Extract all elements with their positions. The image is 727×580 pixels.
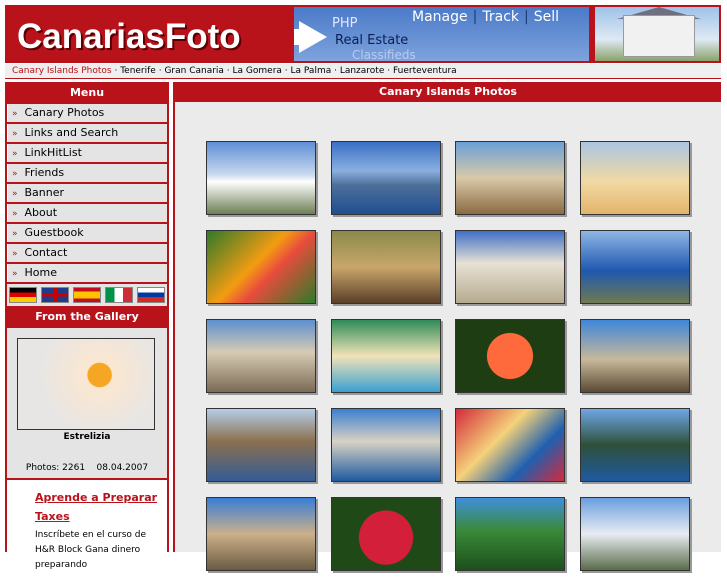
uk-flag-icon[interactable] xyxy=(41,287,69,303)
sidebar-item-label: LinkHitList xyxy=(24,146,82,159)
sidebar-item-label: About xyxy=(24,206,58,219)
sidebar-item-contact[interactable]: » Contact xyxy=(7,244,167,262)
coastline-photo[interactable] xyxy=(579,230,690,304)
sidebar-item-about[interactable]: » About xyxy=(7,204,167,222)
house-building xyxy=(623,15,695,57)
breadcrumb-la-gomera[interactable]: La Gomera xyxy=(233,66,282,76)
banner-links: Manage | Track | Sell xyxy=(412,9,559,25)
chevron-right-icon: » xyxy=(12,149,18,159)
chevron-right-icon: » xyxy=(12,189,18,199)
sandy-bay-photo[interactable] xyxy=(206,408,316,482)
house-photo[interactable] xyxy=(595,7,719,61)
sidebar-item-label: Guestbook xyxy=(24,226,84,239)
rock-peak-photo[interactable] xyxy=(579,319,690,393)
dunes-photo[interactable] xyxy=(579,141,690,215)
cliff-coast-photo[interactable] xyxy=(579,408,690,482)
real-estate-banner[interactable]: PHP Real Estate Classifieds Manage | Track… xyxy=(294,7,589,62)
coast-town-photo[interactable] xyxy=(579,497,690,571)
chevron-right-icon: » xyxy=(12,209,18,219)
sidebar-item-friends[interactable]: » Friends xyxy=(7,164,167,182)
sidebar-item-linkhitlist[interactable]: » LinkHitList xyxy=(7,144,167,162)
spanish-flag-icon[interactable] xyxy=(73,287,101,303)
breadcrumb-tenerife[interactable]: Tenerife xyxy=(120,66,156,76)
sidebar-item-label: Contact xyxy=(24,246,68,259)
harbor-town-photo[interactable] xyxy=(330,141,441,215)
main-content: Canary Islands Photos xyxy=(173,82,721,571)
flower-carpet-photo[interactable] xyxy=(330,230,441,304)
gallery-photo[interactable] xyxy=(17,338,155,430)
balconies-street-photo[interactable] xyxy=(206,319,316,393)
chevron-right-icon: » xyxy=(12,249,18,259)
castle-photo[interactable] xyxy=(455,141,565,215)
chevron-right-icon: » xyxy=(12,269,18,279)
breadcrumb-canary-photos[interactable]: Canary Islands Photos xyxy=(12,66,112,76)
menu-title: Menu xyxy=(69,86,105,99)
banner-link-sell[interactable]: Sell xyxy=(534,9,559,25)
breadcrumb: Canary Islands Photos · Tenerife · Gran … xyxy=(5,64,721,79)
sidebar-item-label: Friends xyxy=(24,166,65,179)
russian-flag-icon[interactable] xyxy=(137,287,165,303)
breadcrumb-gran-canaria[interactable]: Gran Canaria xyxy=(164,66,224,76)
gallery-date: 08.04.2007 xyxy=(96,463,149,473)
breadcrumb-la-palma[interactable]: La Palma xyxy=(291,66,332,76)
gallery-stats: Photos: 2261 08.04.2007 xyxy=(7,458,167,478)
chevron-right-icon: » xyxy=(12,169,18,179)
colonial-building-photo[interactable] xyxy=(455,230,565,304)
sidebar-item-links-search[interactable]: » Links and Search xyxy=(7,124,167,142)
sidebar-item-banner[interactable]: » Banner xyxy=(7,184,167,202)
banner-classifieds-text: Classifieds xyxy=(352,48,416,62)
banner-link-track[interactable]: Track xyxy=(482,9,519,25)
sidebar: Menu » Canary Photos » Links and Search » L… xyxy=(5,82,169,580)
sidebar-item-home[interactable]: » Home xyxy=(7,264,167,282)
hibiscus-photo[interactable] xyxy=(455,319,565,393)
sidebar-item-label: Home xyxy=(24,266,57,279)
page-title: Canary Islands Photos xyxy=(175,82,721,102)
chevron-right-icon: » xyxy=(12,129,18,139)
gallery-feature: Estrelizia xyxy=(7,328,167,458)
photos-count: Photos: 2261 xyxy=(25,463,86,473)
palm-garden-photo[interactable] xyxy=(455,497,565,571)
gallery-title: From the Gallery xyxy=(35,310,139,323)
chevron-right-icon: » xyxy=(12,109,18,119)
italian-flag-icon[interactable] xyxy=(105,287,133,303)
site-header: CanariasFoto PHP Real Estate Classifieds… xyxy=(5,5,721,63)
banner-real-estate-text: Real Estate xyxy=(335,33,409,48)
arrow-icon xyxy=(299,21,327,53)
german-flag-icon[interactable] xyxy=(9,287,37,303)
puerto-mogan-photo[interactable] xyxy=(330,408,441,482)
beach-crowd-photo[interactable] xyxy=(330,319,441,393)
text-ad: Aprende a Preparar Taxes Inscríbete en e… xyxy=(7,480,167,580)
breadcrumb-fuerteventura[interactable]: Fuerteventura xyxy=(393,66,457,76)
teide-view-photo[interactable] xyxy=(206,141,316,215)
sidebar-item-label: Canary Photos xyxy=(24,106,105,119)
sidebar-item-label: Banner xyxy=(24,186,65,199)
ad-link[interactable]: Aprende a Preparar Taxes xyxy=(35,491,157,523)
breadcrumb-lanzarote[interactable]: Lanzarote xyxy=(340,66,385,76)
sidebar-item-guestbook[interactable]: » Guestbook xyxy=(7,224,167,242)
ad-text: Inscríbete en el curso de H&R Block Gana… xyxy=(35,530,147,570)
sidebar-item-label: Links and Search xyxy=(24,126,119,139)
poinsettia-photo[interactable] xyxy=(330,497,441,571)
gallery-caption: Estrelizia xyxy=(63,432,111,442)
cathedral-photo[interactable] xyxy=(206,497,316,571)
banner-link-manage[interactable]: Manage xyxy=(412,9,468,25)
banner-separator: | xyxy=(524,9,529,25)
carnival-dancers-photo[interactable] xyxy=(455,408,565,482)
banner-separator: | xyxy=(472,9,478,25)
bird-of-paradise-photo[interactable] xyxy=(206,230,316,304)
banner-php-text: PHP xyxy=(332,16,358,31)
sidebar-item-canary-photos[interactable]: » Canary Photos xyxy=(7,104,167,122)
language-flags xyxy=(7,284,167,306)
site-logo[interactable]: CanariasFoto xyxy=(17,17,241,57)
chevron-right-icon: » xyxy=(12,229,18,239)
